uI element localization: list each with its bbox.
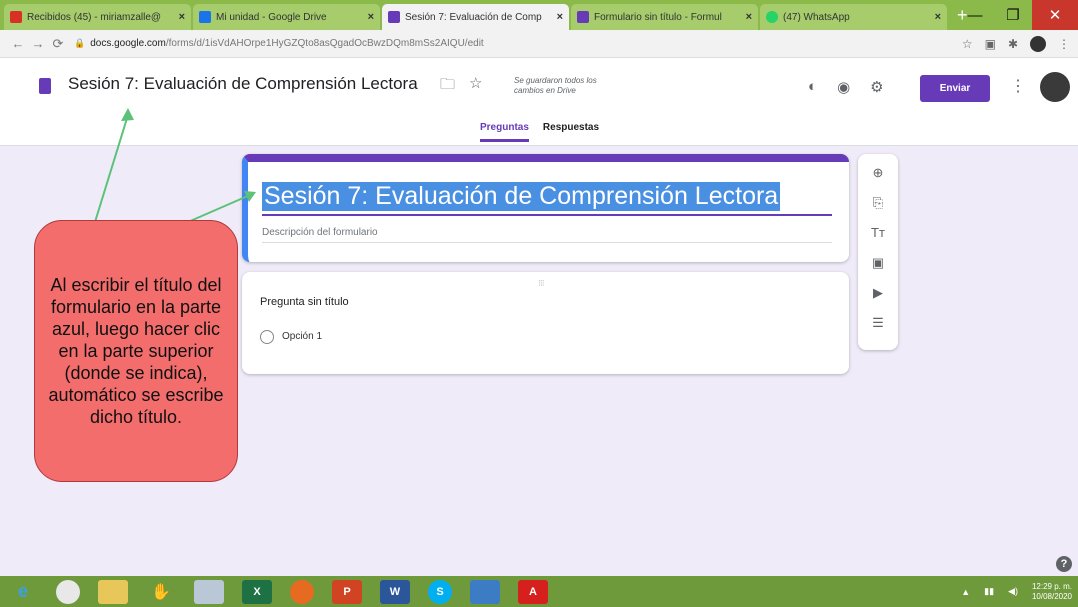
clock-date: 10/08/2020 (1031, 591, 1072, 601)
volume-icon[interactable]: ◀) (1008, 586, 1018, 597)
network-icon[interactable]: ▮▮ (984, 586, 994, 597)
media-app-icon[interactable] (470, 579, 500, 604)
arrowhead-header (121, 108, 134, 121)
tray-arrow-icon[interactable]: ▲ (961, 587, 970, 597)
skype-icon[interactable]: S (428, 579, 452, 604)
arrow-to-form-title (187, 194, 251, 223)
powerpoint-icon[interactable]: P (332, 579, 362, 604)
taskbar-clock[interactable]: 12:29 p. m. 10/08/2020 (1032, 582, 1072, 602)
annotation-text: Al escribir el título del formulario en … (48, 275, 224, 427)
notepad-icon[interactable] (194, 579, 224, 604)
file-explorer-icon[interactable] (98, 579, 128, 604)
hand-app-icon[interactable]: ✋ (146, 580, 176, 604)
help-icon[interactable]: ? (1056, 556, 1072, 572)
chrome-icon[interactable] (56, 579, 80, 604)
system-tray: ▲ ▮▮ ◀) 12:29 p. m. 10/08/2020 (961, 576, 1072, 607)
ie-icon[interactable]: e (8, 580, 38, 604)
word-icon[interactable]: W (380, 579, 410, 604)
firefox-icon[interactable] (290, 579, 314, 604)
arrow-to-header-title (94, 114, 129, 223)
acrobat-icon[interactable]: A (518, 579, 548, 604)
excel-icon[interactable]: X (242, 579, 272, 604)
clock-time: 12:29 p. m. (1031, 581, 1072, 591)
annotation-callout: Al escribir el título del formulario en … (34, 220, 238, 482)
windows-taskbar: e ✋ X P W S A ▲ ▮▮ ◀) 12:29 p. m. 10/08/… (0, 576, 1078, 607)
